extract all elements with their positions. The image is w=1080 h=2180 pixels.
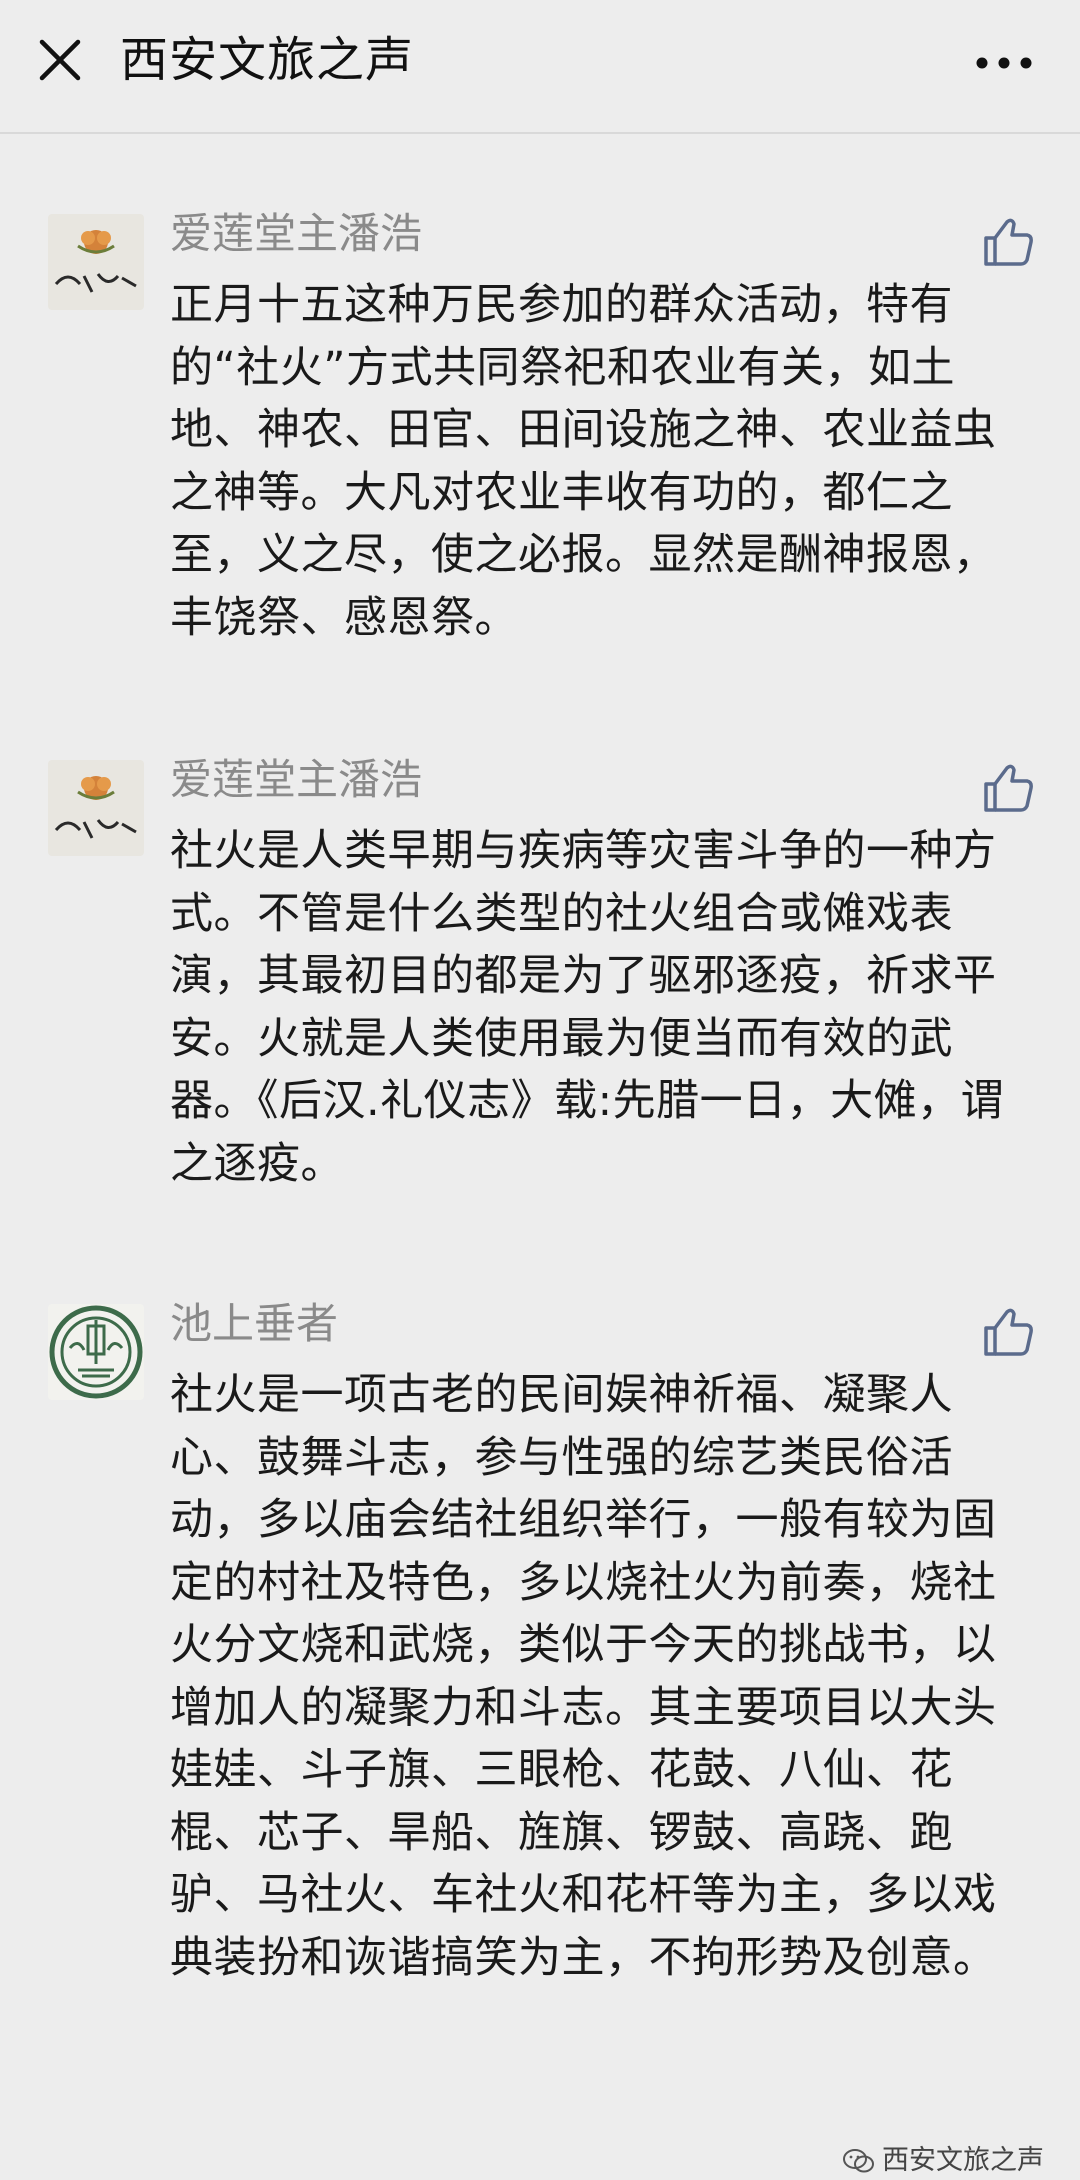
thumbs-up-icon	[984, 1308, 1033, 1356]
close-icon	[39, 39, 81, 81]
comment-text: 社火是一项古老的民间娱神祈福、凝聚人心、鼓舞斗志，参与性强的综艺类民俗活动，多以…	[170, 1370, 997, 1983]
nav-bar: 西安文旅之声	[0, 0, 1080, 134]
comment-author[interactable]: 爱莲堂主潘浩	[170, 206, 422, 262]
avatar[interactable]	[48, 1304, 144, 1400]
comment-author[interactable]: 池上垂者	[170, 1296, 338, 1352]
like-button[interactable]	[980, 760, 1036, 816]
page-title: 西安文旅之声	[120, 32, 415, 88]
close-button[interactable]	[30, 30, 90, 90]
more-button[interactable]	[964, 38, 1044, 88]
like-button[interactable]	[980, 214, 1036, 270]
comment-author[interactable]: 爱莲堂主潘浩	[170, 752, 422, 808]
wechat-icon	[843, 2149, 874, 2173]
like-button[interactable]	[980, 1304, 1036, 1360]
avatar[interactable]	[48, 760, 144, 856]
avatar[interactable]	[48, 214, 144, 310]
thumbs-up-icon	[984, 764, 1033, 812]
watermark: 西安文旅之声	[842, 2144, 1044, 2178]
watermark-label: 西安文旅之声	[882, 2145, 1044, 2176]
thumbs-up-icon	[984, 218, 1033, 266]
more-icon	[976, 57, 1032, 69]
comment-text: 社火是人类早期与疾病等灾害斗争的一种方式。不管是什么类型的社火组合或傩戏表演，其…	[170, 826, 1005, 1189]
comment-text: 正月十五这种万民参加的群众活动，特有的“社火”方式共同祭祀和农业有关，如土地、神…	[170, 280, 997, 643]
